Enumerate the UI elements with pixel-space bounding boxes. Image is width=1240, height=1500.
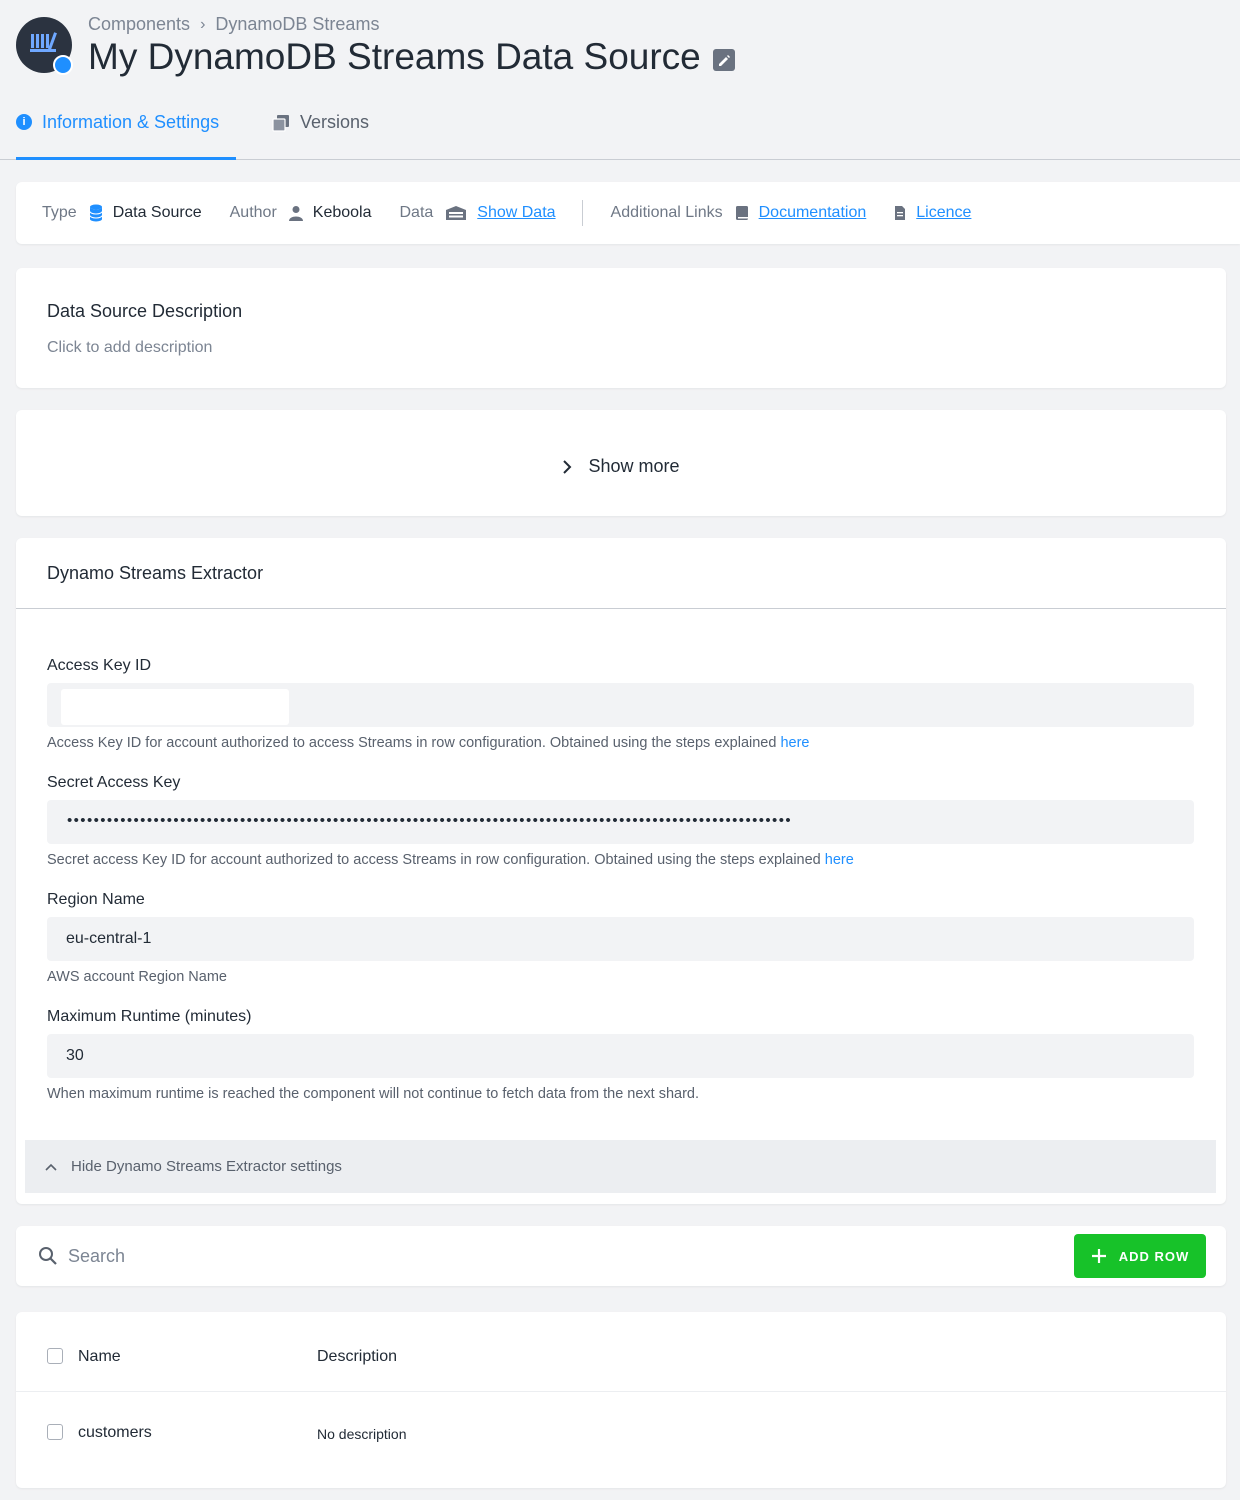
table-header: Name Description [16, 1338, 1226, 1392]
licence-link[interactable]: Licence [916, 204, 971, 222]
hide-settings-toggle[interactable]: Hide Dynamo Streams Extractor settings [25, 1140, 1216, 1193]
access-key-value [61, 689, 289, 725]
component-info-bar: Type Data Source Author Keboola Data Sho… [16, 182, 1240, 244]
page-title: My DynamoDB Streams Data Source [88, 36, 701, 77]
runtime-help: When maximum runtime is reached the comp… [47, 1086, 700, 1102]
versions-icon [272, 115, 289, 132]
runtime-label: Maximum Runtime (minutes) [47, 1008, 252, 1025]
extractor-settings-card: Dynamo Streams Extractor Access Key ID A… [16, 538, 1226, 1204]
plus-icon [1091, 1249, 1106, 1263]
secret-key-input[interactable]: ••••••••••••••••••••••••••••••••••••••••… [47, 800, 1194, 844]
component-avatar [16, 17, 73, 75]
show-more-button[interactable]: Show more [16, 456, 1226, 477]
data-label: Data [399, 204, 434, 221]
user-icon [288, 206, 303, 221]
author-value: Keboola [312, 204, 372, 221]
secret-key-help-text: Secret access Key ID for account authori… [47, 852, 825, 868]
select-all-checkbox[interactable] [47, 1348, 63, 1364]
column-header-description: Description [317, 1348, 398, 1365]
row-name[interactable]: customers [78, 1424, 152, 1442]
access-key-label: Access Key ID [47, 657, 152, 674]
secret-key-label: Secret Access Key [47, 774, 181, 791]
extractor-title: Dynamo Streams Extractor [47, 563, 264, 583]
row-checkbox[interactable] [47, 1424, 63, 1440]
documentation-link[interactable]: Documentation [759, 204, 867, 222]
tab-versions[interactable]: Versions [272, 110, 369, 160]
breadcrumb-components[interactable]: Components [88, 14, 190, 35]
type-label: Type [42, 204, 77, 221]
breadcrumb-current[interactable]: DynamoDB Streams [215, 14, 379, 35]
table-row[interactable]: customers No description [16, 1414, 1226, 1468]
dynamodb-logo-icon [30, 32, 57, 52]
warehouse-icon [446, 206, 467, 220]
database-icon [89, 204, 103, 222]
access-key-input[interactable] [47, 683, 1194, 727]
search-bar: ADD ROW [16, 1226, 1226, 1286]
divider [581, 200, 583, 226]
region-label: Region Name [47, 891, 145, 908]
secret-key-help: Secret access Key ID for account authori… [47, 852, 854, 868]
book-icon [735, 206, 748, 220]
secret-key-help-link[interactable]: here [825, 852, 854, 868]
region-help: AWS account Region Name [47, 969, 227, 985]
region-input[interactable] [47, 917, 1194, 961]
chevron-right-icon: › [200, 15, 206, 33]
show-more-card: Show more [16, 410, 1226, 516]
secret-key-value: ••••••••••••••••••••••••••••••••••••••••… [67, 812, 793, 829]
search-input[interactable] [68, 1240, 968, 1272]
access-key-help: Access Key ID for account authorized to … [47, 735, 809, 751]
description-card: Data Source Description Click to add des… [16, 268, 1226, 388]
document-icon [895, 206, 906, 220]
search-icon [39, 1247, 57, 1265]
hide-settings-label: Hide Dynamo Streams Extractor settings [71, 1158, 342, 1175]
tab-label: Versions [300, 112, 370, 132]
access-key-help-text: Access Key ID for account authorized to … [47, 735, 781, 751]
show-more-label: Show more [588, 456, 680, 476]
page-header: Components › DynamoDB Streams My DynamoD… [16, 14, 1240, 84]
tab-label: Information & Settings [42, 112, 220, 132]
chevron-up-icon [45, 1163, 57, 1171]
tab-information-settings[interactable]: i Information & Settings [16, 110, 236, 160]
column-header-name[interactable]: Name [78, 1348, 121, 1366]
chevron-right-icon [563, 459, 572, 474]
runtime-input[interactable] [47, 1034, 1194, 1078]
edit-icon[interactable] [712, 49, 735, 71]
rows-table: Name Description customers No descriptio… [16, 1312, 1226, 1488]
access-key-help-link[interactable]: here [780, 735, 809, 751]
additional-links-label: Additional Links [610, 204, 723, 221]
divider [16, 608, 1226, 609]
add-row-label: ADD ROW [1118, 1248, 1190, 1264]
info-icon: i [16, 114, 32, 130]
row-description: No description [317, 1426, 407, 1442]
description-placeholder[interactable]: Click to add description [47, 339, 212, 357]
tab-bar: i Information & Settings Versions [0, 100, 1240, 160]
show-data-link[interactable]: Show Data [477, 204, 555, 222]
data-source-badge-icon [53, 55, 73, 75]
type-value: Data Source [112, 204, 202, 221]
description-title: Data Source Description [47, 301, 243, 321]
author-label: Author [229, 204, 277, 221]
add-row-button[interactable]: ADD ROW [1074, 1234, 1206, 1278]
breadcrumb: Components › DynamoDB Streams [88, 14, 379, 35]
